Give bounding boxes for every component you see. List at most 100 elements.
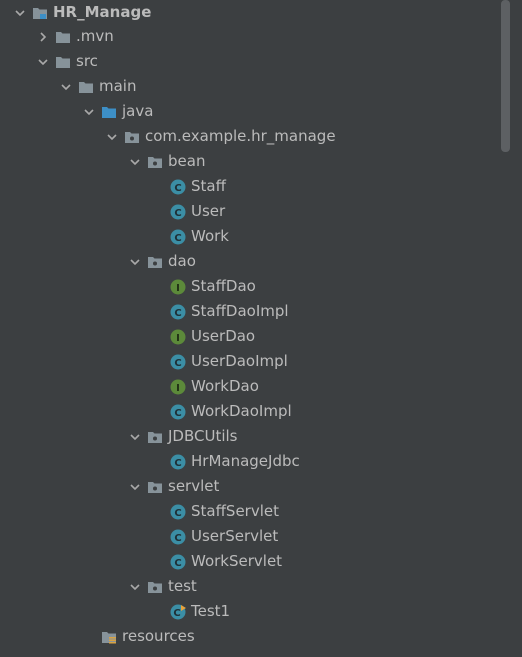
class-icon: C — [170, 504, 186, 520]
chevron-down-icon[interactable] — [81, 104, 97, 120]
package-icon — [147, 579, 163, 595]
tree-row-test[interactable]: test — [0, 574, 522, 599]
tree-row-servlet[interactable]: servlet — [0, 474, 522, 499]
tree-label: test — [168, 577, 197, 595]
package-icon — [147, 154, 163, 170]
class-icon: C — [170, 204, 186, 220]
folder-icon — [55, 54, 71, 70]
tree-row-class[interactable]: C UserServlet — [0, 524, 522, 549]
tree-row-class[interactable]: C UserDaoImpl — [0, 349, 522, 374]
tree-row-class[interactable]: C Work — [0, 224, 522, 249]
vertical-scrollbar[interactable] — [501, 0, 510, 152]
svg-text:C: C — [174, 508, 181, 519]
tree-row-class[interactable]: C WorkServlet — [0, 549, 522, 574]
tree-row-java[interactable]: java — [0, 99, 522, 124]
chevron-down-icon[interactable] — [127, 479, 143, 495]
chevron-down-icon[interactable] — [35, 54, 51, 70]
tree-label: .mvn — [76, 27, 114, 45]
chevron-right-icon[interactable] — [35, 29, 51, 45]
chevron-down-icon[interactable] — [127, 429, 143, 445]
interface-icon: I — [170, 379, 186, 395]
tree-row-mvn[interactable]: .mvn — [0, 24, 522, 49]
tree-label: StaffServlet — [191, 502, 280, 520]
svg-text:I: I — [176, 283, 180, 294]
tree-label: UserServlet — [191, 527, 279, 545]
tree-label: WorkServlet — [191, 552, 283, 570]
svg-text:C: C — [174, 308, 181, 319]
tree-label: resources — [122, 627, 195, 645]
tree-label: WorkDao — [191, 377, 259, 395]
tree-row-main[interactable]: main — [0, 74, 522, 99]
module-folder-icon — [32, 5, 48, 21]
svg-text:C: C — [174, 533, 181, 544]
package-icon — [124, 129, 140, 145]
tree-label: Work — [191, 227, 229, 245]
tree-label: UserDao — [191, 327, 256, 345]
package-icon — [147, 254, 163, 270]
tree-row-package[interactable]: com.example.hr_manage — [0, 124, 522, 149]
tree-label: com.example.hr_manage — [145, 127, 336, 145]
svg-text:C: C — [174, 558, 181, 569]
tree-row-src[interactable]: src — [0, 49, 522, 74]
package-icon — [147, 429, 163, 445]
tree-label: src — [76, 52, 98, 70]
chevron-down-icon[interactable] — [127, 579, 143, 595]
tree-label: WorkDaoImpl — [191, 402, 292, 420]
tree-label: java — [122, 102, 154, 120]
folder-icon — [55, 29, 71, 45]
tree-label: dao — [168, 252, 196, 270]
tree-row-root[interactable]: HR_Manage — [0, 0, 510, 25]
tree-row-class[interactable]: C Test1 — [0, 599, 522, 624]
svg-text:I: I — [176, 383, 180, 394]
tree-label: Test1 — [191, 602, 231, 620]
runnable-class-icon: C — [170, 604, 186, 620]
tree-label: StaffDaoImpl — [191, 302, 289, 320]
tree-row-dao[interactable]: dao — [0, 249, 522, 274]
tree-row-resources[interactable]: resources — [0, 624, 522, 649]
tree-row-jdbcutils[interactable]: JDBCUtils — [0, 424, 522, 449]
svg-text:C: C — [173, 608, 180, 619]
chevron-down-icon[interactable] — [58, 79, 74, 95]
tree-label: bean — [168, 152, 206, 170]
chevron-down-icon[interactable] — [104, 129, 120, 145]
tree-label: UserDaoImpl — [191, 352, 288, 370]
svg-text:C: C — [174, 408, 181, 419]
tree-label: servlet — [168, 477, 220, 495]
svg-text:C: C — [174, 183, 181, 194]
tree-row-class[interactable]: C Staff — [0, 174, 522, 199]
class-icon: C — [170, 179, 186, 195]
tree-row-class[interactable]: C WorkDaoImpl — [0, 399, 522, 424]
tree-row-class[interactable]: C HrManageJdbc — [0, 449, 522, 474]
tree-row-interface[interactable]: I WorkDao — [0, 374, 522, 399]
svg-text:C: C — [174, 358, 181, 369]
interface-icon: I — [170, 279, 186, 295]
tree-label: User — [191, 202, 226, 220]
chevron-down-icon[interactable] — [12, 5, 28, 21]
svg-text:I: I — [176, 333, 180, 344]
chevron-down-icon[interactable] — [127, 254, 143, 270]
tree-label: StaffDao — [191, 277, 256, 295]
class-icon: C — [170, 554, 186, 570]
tree-label: HrManageJdbc — [191, 452, 300, 470]
chevron-down-icon[interactable] — [127, 154, 143, 170]
svg-text:C: C — [174, 233, 181, 244]
class-icon: C — [170, 529, 186, 545]
tree-row-bean[interactable]: bean — [0, 149, 522, 174]
tree-label: HR_Manage — [53, 3, 152, 21]
package-icon — [147, 479, 163, 495]
class-icon: C — [170, 304, 186, 320]
tree-row-class[interactable]: C StaffDaoImpl — [0, 299, 522, 324]
tree-row-class[interactable]: C User — [0, 199, 522, 224]
class-icon: C — [170, 229, 186, 245]
tree-row-interface[interactable]: I UserDao — [0, 324, 522, 349]
tree-label: JDBCUtils — [168, 427, 238, 445]
svg-text:C: C — [174, 208, 181, 219]
class-icon: C — [170, 354, 186, 370]
source-folder-icon — [101, 104, 117, 120]
class-icon: C — [170, 454, 186, 470]
tree-label: Staff — [191, 177, 226, 195]
tree-label: main — [99, 77, 137, 95]
tree-row-interface[interactable]: I StaffDao — [0, 274, 522, 299]
tree-row-class[interactable]: C StaffServlet — [0, 499, 522, 524]
tree-row-partial — [0, 650, 522, 657]
